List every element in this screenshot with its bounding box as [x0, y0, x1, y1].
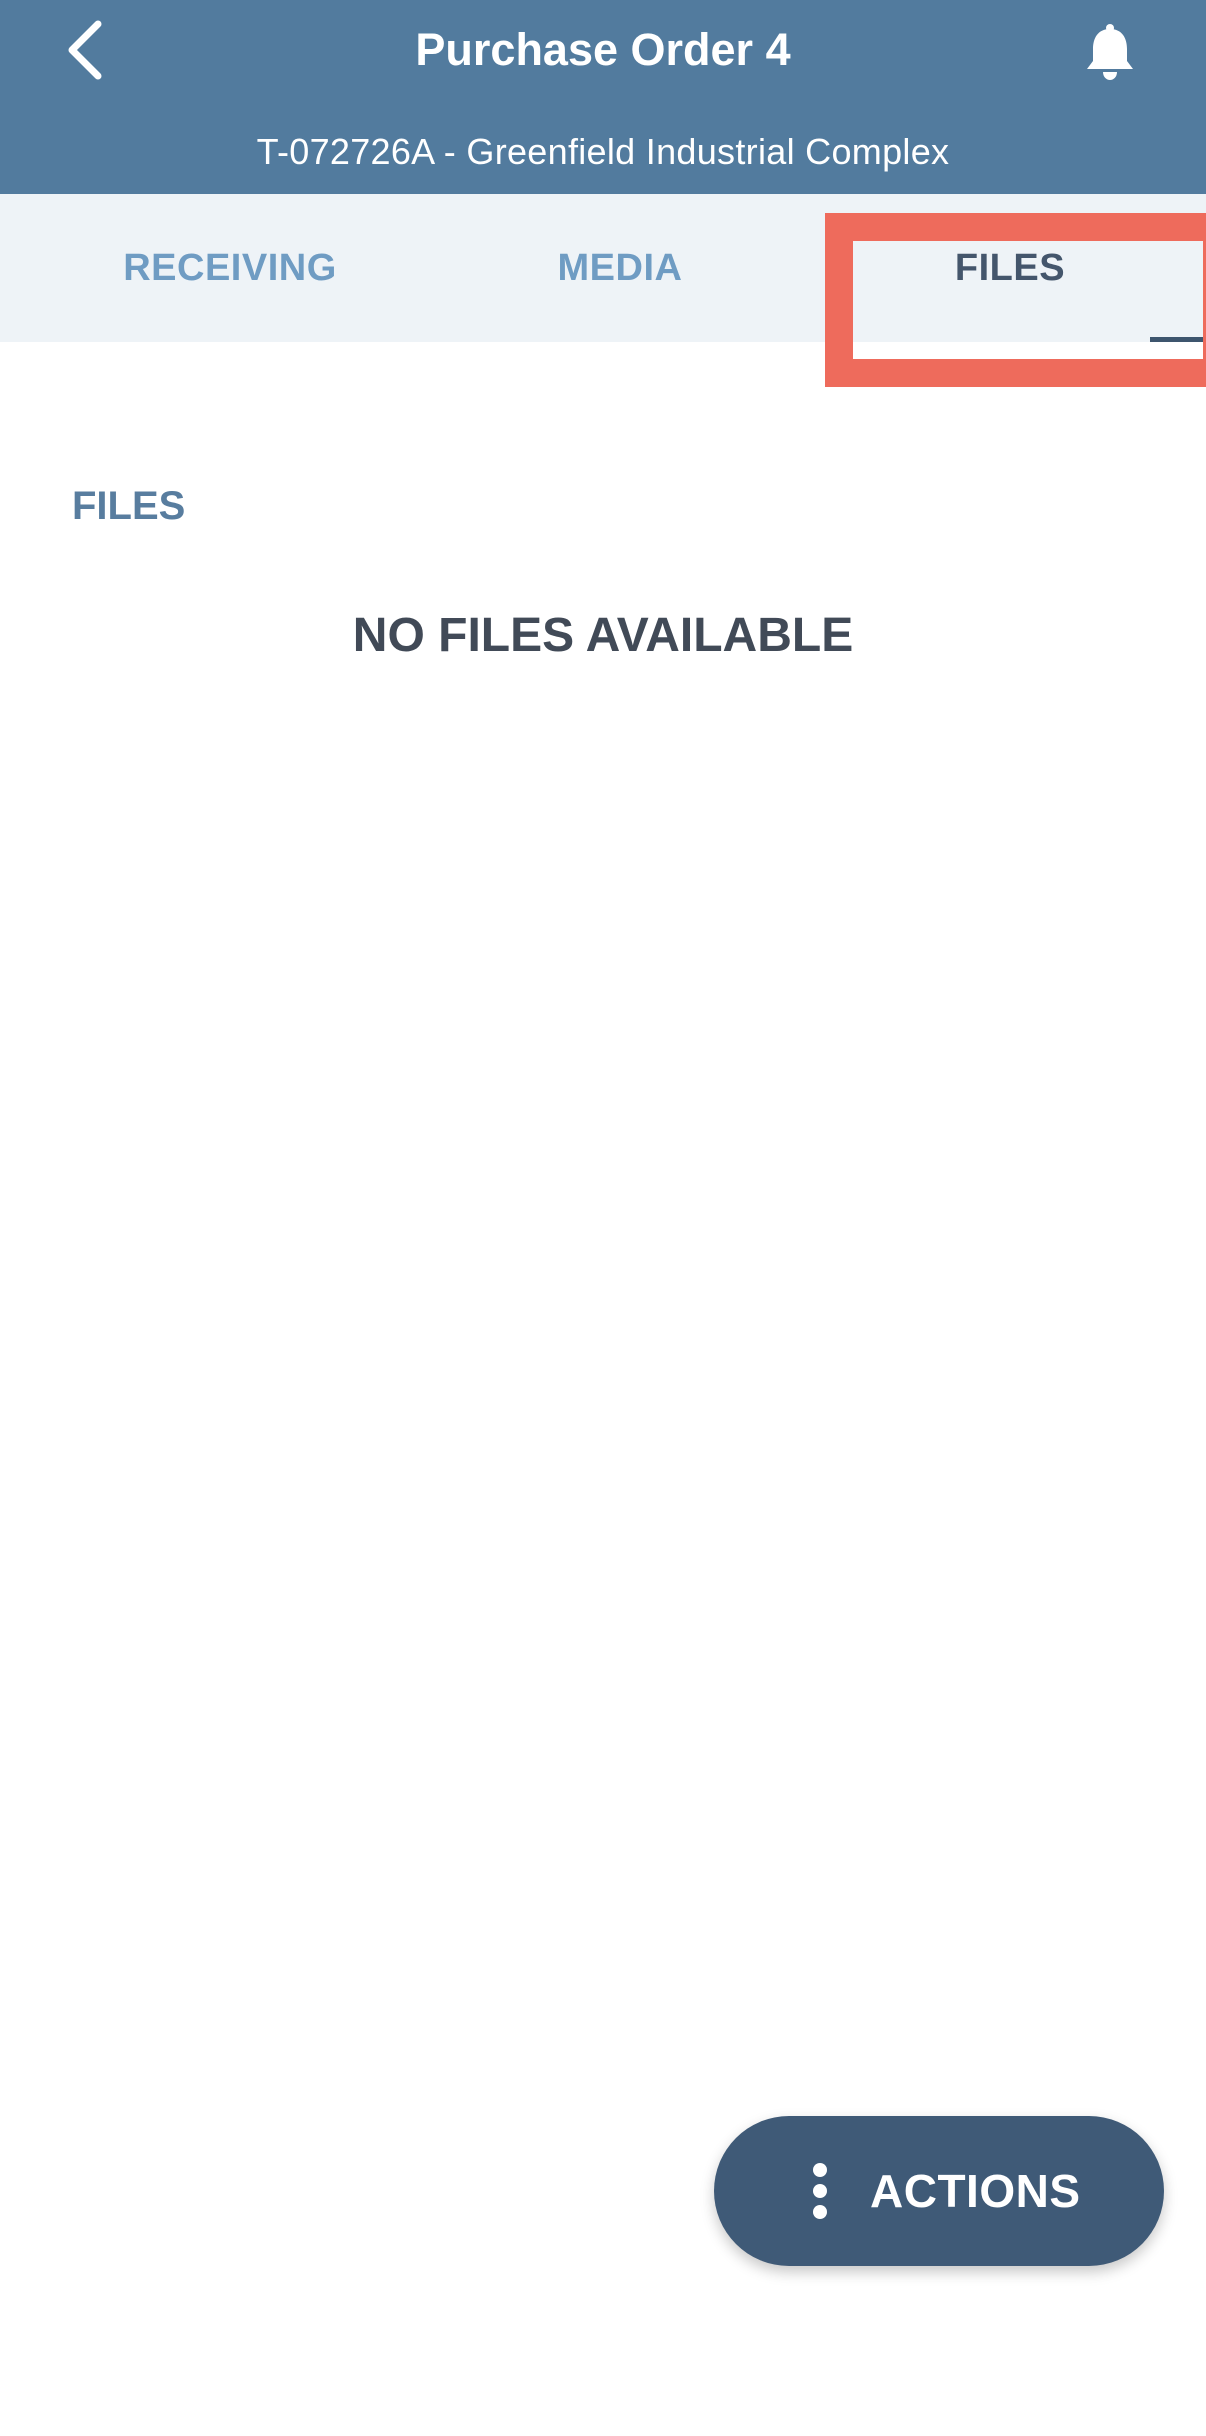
section-title: FILES [72, 484, 186, 528]
tab-files[interactable]: FILES [820, 194, 1200, 342]
app-header: Purchase Order 4 T-072726A - Greenfield … [0, 0, 1206, 194]
page-title: Purchase Order 4 [415, 24, 791, 75]
tab-media[interactable]: MEDIA [420, 194, 820, 342]
bell-icon [1087, 24, 1133, 80]
page-subtitle: T-072726A - Greenfield Industrial Comple… [256, 131, 950, 172]
more-vertical-icon [813, 2163, 827, 2219]
actions-button[interactable]: ACTIONS [714, 2116, 1164, 2266]
tab-receiving[interactable]: RECEIVING [40, 194, 420, 342]
notifications-button[interactable] [1070, 12, 1150, 92]
empty-state-message: NO FILES AVAILABLE [352, 609, 854, 662]
tab-bar: RECEIVING MEDIA FILES [0, 194, 1206, 342]
actions-label: ACTIONS [870, 2165, 1081, 2217]
active-tab-indicator [1150, 337, 1206, 342]
